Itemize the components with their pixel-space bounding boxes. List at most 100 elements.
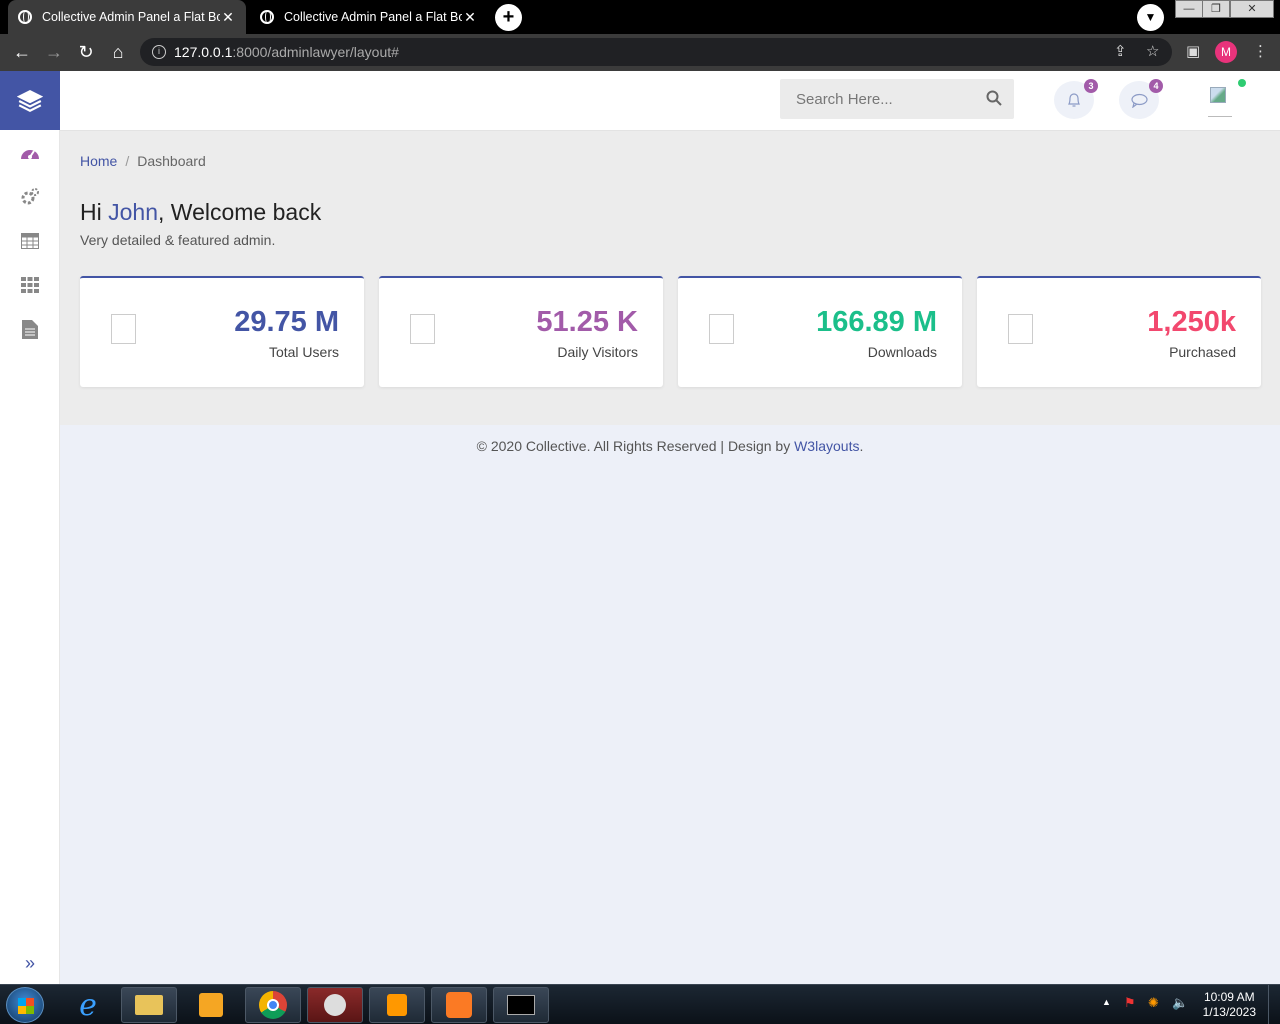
logo[interactable] bbox=[0, 71, 60, 130]
forward-icon[interactable]: → bbox=[42, 40, 66, 64]
stat-card-downloads: 166.89 M Downloads bbox=[678, 276, 962, 387]
stat-card-total-users: 29.75 M Total Users bbox=[80, 276, 364, 387]
sublime-text-icon[interactable] bbox=[369, 987, 425, 1023]
globe-icon bbox=[260, 10, 274, 24]
globe-icon bbox=[18, 10, 32, 24]
user-profile[interactable] bbox=[1208, 79, 1250, 119]
sidebar-item-documents[interactable] bbox=[0, 307, 60, 351]
close-tab-icon[interactable]: ✕ bbox=[462, 9, 478, 26]
search-box bbox=[780, 79, 1014, 119]
system-tray: ▲ ⚑ ✺ 🔈 10:09 AM 1/13/2023 bbox=[1080, 985, 1280, 1024]
show-desktop-button[interactable] bbox=[1268, 985, 1280, 1024]
table-icon bbox=[21, 233, 39, 249]
search-input[interactable] bbox=[796, 90, 976, 108]
messages-badge: 4 bbox=[1149, 79, 1163, 93]
show-hidden-icons[interactable]: ▲ bbox=[1102, 997, 1111, 1007]
url-path: :8000/adminlawyer/layout# bbox=[232, 44, 399, 60]
tab-title: Collective Admin Panel a Flat Boo bbox=[42, 10, 220, 24]
stat-label: Purchased bbox=[1169, 344, 1236, 360]
sidebar-expand-icon[interactable]: » bbox=[0, 953, 60, 974]
stat-icon bbox=[709, 314, 734, 344]
page-title: Hi John, Welcome back bbox=[80, 199, 321, 226]
grid-icon bbox=[21, 277, 39, 293]
stat-value: 29.75 M bbox=[234, 306, 339, 338]
stat-card-purchased: 1,250k Purchased bbox=[977, 276, 1261, 387]
chat-icon bbox=[1130, 93, 1148, 108]
tab-search-button[interactable]: ▼ bbox=[1137, 4, 1164, 31]
browser-tab[interactable]: Collective Admin Panel a Flat Boo ✕ bbox=[250, 0, 488, 34]
internet-explorer-icon[interactable]: e bbox=[60, 987, 116, 1023]
sidebar-item-tables[interactable] bbox=[0, 219, 60, 263]
avatar bbox=[1208, 81, 1232, 117]
clock-time: 10:09 AM bbox=[1203, 990, 1255, 1004]
footer: © 2020 Collective. All Rights Reserved |… bbox=[60, 438, 1280, 454]
clock[interactable]: 10:09 AM 1/13/2023 bbox=[1203, 990, 1256, 1020]
online-status-dot bbox=[1238, 79, 1246, 87]
stat-value: 166.89 M bbox=[816, 306, 937, 338]
restore-button[interactable]: ❐ bbox=[1202, 0, 1230, 18]
browser-toolbar: ← → ↻ ⌂ i 127.0.0.1:8000/adminlawyer/lay… bbox=[0, 34, 1280, 71]
back-icon[interactable]: ← bbox=[10, 40, 34, 64]
sidebar: » bbox=[0, 71, 60, 984]
stat-value: 51.25 K bbox=[536, 306, 638, 338]
site-info-icon[interactable]: i bbox=[152, 45, 166, 59]
side-panel-icon[interactable]: ▣ bbox=[1186, 42, 1200, 60]
volume-icon[interactable]: 🔈 bbox=[1172, 995, 1188, 1011]
close-window-button[interactable]: ✕ bbox=[1230, 0, 1274, 18]
address-bar[interactable]: i 127.0.0.1:8000/adminlawyer/layout# bbox=[140, 38, 1172, 66]
settings-icon bbox=[21, 188, 39, 205]
menu-icon[interactable]: ⋮ bbox=[1253, 42, 1268, 60]
notifications-button[interactable]: 3 bbox=[1054, 79, 1098, 119]
network-icon[interactable]: ✺ bbox=[1148, 995, 1159, 1011]
new-tab-button[interactable]: + bbox=[495, 4, 522, 31]
url-host: 127.0.0.1 bbox=[174, 44, 233, 60]
breadcrumb-separator: / bbox=[125, 153, 130, 169]
share-icon[interactable]: ⇪ bbox=[1114, 42, 1127, 60]
stat-label: Daily Visitors bbox=[557, 344, 638, 360]
document-icon bbox=[22, 319, 38, 339]
start-button[interactable] bbox=[6, 987, 44, 1023]
browser-tab-active[interactable]: Collective Admin Panel a Flat Boo ✕ bbox=[8, 0, 246, 34]
messages-button[interactable]: 4 bbox=[1119, 79, 1163, 119]
search-icon[interactable] bbox=[986, 90, 1002, 106]
action-center-flag-icon[interactable]: ⚑ bbox=[1124, 995, 1136, 1011]
close-tab-icon[interactable]: ✕ bbox=[220, 9, 236, 26]
sidebar-item-dashboard[interactable] bbox=[0, 131, 60, 175]
notifications-badge: 3 bbox=[1084, 79, 1098, 93]
designer-link[interactable]: W3layouts bbox=[794, 438, 859, 454]
file-explorer-icon[interactable] bbox=[121, 987, 177, 1023]
xampp-icon[interactable] bbox=[431, 987, 487, 1023]
stat-label: Downloads bbox=[867, 344, 937, 360]
top-header: 3 4 bbox=[60, 71, 1280, 131]
minimize-button[interactable]: — bbox=[1175, 0, 1203, 18]
clock-date: 1/13/2023 bbox=[1202, 1005, 1256, 1019]
welcome-prefix: Hi bbox=[80, 199, 109, 225]
command-prompt-icon[interactable] bbox=[493, 987, 549, 1023]
layers-icon bbox=[17, 89, 43, 112]
user-name: John bbox=[108, 199, 158, 225]
tab-title: Collective Admin Panel a Flat Boo bbox=[284, 10, 462, 24]
main-content: Home / Dashboard Hi John, Welcome back Ver… bbox=[60, 131, 1280, 425]
stat-icon bbox=[410, 314, 435, 344]
bell-icon bbox=[1068, 93, 1080, 107]
breadcrumb-home[interactable]: Home bbox=[80, 153, 117, 169]
sidebar-item-grid[interactable] bbox=[0, 263, 60, 307]
home-icon[interactable]: ⌂ bbox=[106, 40, 130, 64]
paint-app-icon[interactable] bbox=[307, 987, 363, 1023]
browser-tab-bar: Collective Admin Panel a Flat Boo ✕ Coll… bbox=[0, 0, 1280, 34]
breadcrumb: Home / Dashboard bbox=[80, 153, 206, 169]
profile-avatar[interactable]: M bbox=[1215, 41, 1237, 63]
media-player-icon[interactable] bbox=[183, 987, 239, 1023]
breadcrumb-current: Dashboard bbox=[137, 153, 206, 169]
reload-icon[interactable]: ↻ bbox=[74, 40, 98, 64]
bookmark-star-icon[interactable]: ☆ bbox=[1146, 42, 1159, 60]
sidebar-item-settings[interactable] bbox=[0, 175, 60, 219]
stat-icon bbox=[1008, 314, 1033, 344]
page-subtitle: Very detailed & featured admin. bbox=[80, 232, 276, 248]
taskbar: e ▲ ⚑ ✺ 🔈 10:09 AM 1/13/2023 bbox=[0, 984, 1280, 1024]
stat-value: 1,250k bbox=[1147, 306, 1236, 338]
chrome-icon[interactable] bbox=[245, 987, 301, 1023]
stat-label: Total Users bbox=[268, 344, 339, 360]
stat-icon bbox=[111, 314, 136, 344]
copyright-text: © 2020 Collective. All Rights Reserved |… bbox=[476, 438, 795, 454]
